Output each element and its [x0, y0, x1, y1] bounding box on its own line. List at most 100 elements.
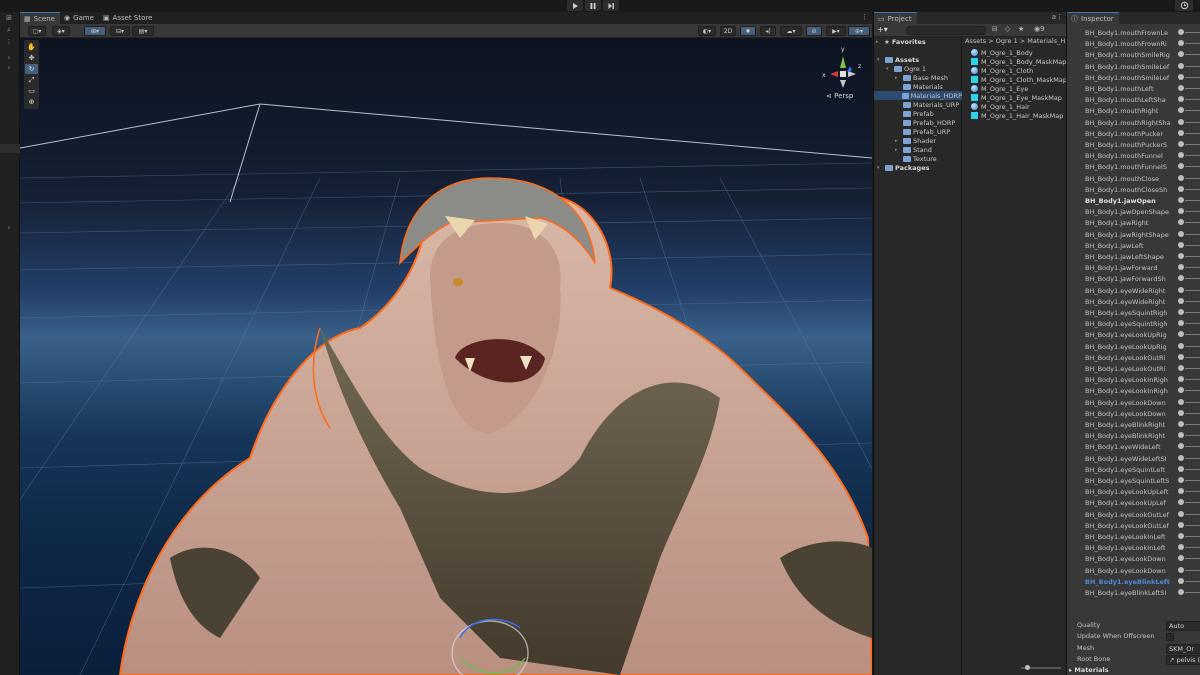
selected-row[interactable] — [0, 144, 20, 153]
blendshape-slider-track[interactable] — [1185, 379, 1200, 381]
blendshape-slider-thumb[interactable] — [1178, 197, 1184, 203]
tree-item[interactable]: Materials_URP — [874, 100, 962, 109]
blendshape-slider-thumb[interactable] — [1178, 387, 1184, 394]
visibility-icon[interactable]: ◉9 — [1034, 25, 1045, 33]
blendshape-slider-thumb[interactable] — [1178, 477, 1184, 483]
more-icon[interactable]: ⋮ — [4, 38, 14, 47]
blendshape-slider-track[interactable] — [1185, 300, 1200, 302]
blendshape-slider-track[interactable] — [1185, 569, 1200, 571]
blendshape-slider-track[interactable] — [1185, 412, 1200, 414]
blendshape-slider-track[interactable] — [1185, 144, 1200, 145]
blendshape-slider-track[interactable] — [1185, 76, 1200, 78]
blendshape-slider-track[interactable] — [1185, 256, 1200, 257]
blendshape-slider-thumb[interactable] — [1178, 185, 1184, 192]
blendshape-slider-thumb[interactable] — [1178, 118, 1184, 125]
blendshape-slider-track[interactable] — [1185, 110, 1200, 112]
hidden-objects-toggle[interactable]: ⊘ — [806, 26, 822, 36]
hierarchy-icon[interactable]: ⊞ — [4, 14, 14, 23]
favorite-icon[interactable]: ★ — [1018, 25, 1024, 33]
blendshape-slider-track[interactable] — [1185, 88, 1200, 89]
tree-item[interactable]: Prefab — [874, 109, 962, 118]
global-button[interactable]: ⊟▾ — [110, 26, 130, 36]
blendshape-slider-track[interactable] — [1185, 32, 1200, 33]
tree-item[interactable]: Materials — [874, 82, 962, 91]
blendshape-slider-thumb[interactable] — [1178, 219, 1184, 226]
blendshape-slider-track[interactable] — [1185, 43, 1200, 45]
blendshape-slider-thumb[interactable] — [1178, 499, 1184, 506]
draw-mode-button[interactable]: ▢▾ — [28, 26, 46, 36]
blendshape-slider-thumb[interactable] — [1178, 129, 1184, 136]
blendshape-slider-thumb[interactable] — [1178, 286, 1184, 293]
blendshape-slider-thumb[interactable] — [1178, 163, 1184, 170]
blendshape-slider-track[interactable] — [1185, 547, 1200, 549]
tree-item[interactable]: ▾ Packages — [874, 163, 962, 172]
search-input[interactable] — [906, 26, 986, 35]
blendshape-slider-thumb[interactable] — [1178, 376, 1184, 383]
blendshape-slider-track[interactable] — [1185, 54, 1200, 56]
property-value[interactable]: SKM_Or — [1166, 643, 1200, 654]
blendshape-slider-track[interactable] — [1185, 345, 1200, 347]
rotate-icon[interactable]: ↻ — [25, 64, 38, 74]
blendshape-slider-track[interactable] — [1185, 323, 1200, 325]
step-button[interactable] — [603, 0, 619, 11]
blendshape-slider-track[interactable] — [1185, 446, 1200, 448]
blendshape-slider-track[interactable] — [1185, 424, 1200, 425]
blendshape-slider-thumb[interactable] — [1178, 488, 1184, 495]
blendshape-slider-track[interactable] — [1185, 491, 1200, 493]
blendshape-slider-thumb[interactable] — [1178, 264, 1184, 271]
blendshape-slider-thumb[interactable] — [1178, 62, 1184, 69]
blendshape-slider-thumb[interactable] — [1178, 365, 1184, 371]
zoom-slider-thumb[interactable] — [1025, 665, 1030, 670]
chevron-right-icon[interactable]: › — [4, 64, 14, 73]
rect-icon[interactable]: ▭ — [25, 86, 38, 96]
tree-item[interactable]: ▸ Shader — [874, 136, 962, 145]
pause-button[interactable] — [585, 0, 601, 11]
scene-viewport[interactable]: ✋ ✥ ↻ ⤢ ▭ ⊕ y x z ⋖ Persp — [20, 38, 872, 675]
blendshape-slider-track[interactable] — [1185, 166, 1200, 168]
more-icon[interactable]: ⋮ — [1056, 13, 1063, 21]
tree-item[interactable]: Materials_HDRP — [874, 91, 962, 100]
blendshape-slider-track[interactable] — [1185, 468, 1200, 470]
blendshape-slider-track[interactable] — [1185, 211, 1200, 213]
history-button[interactable] — [1175, 0, 1193, 11]
blendshape-slider-thumb[interactable] — [1178, 555, 1184, 562]
arrow-icon[interactable]: ▸ — [895, 147, 901, 153]
search-icon[interactable]: ⌕ — [4, 26, 14, 35]
blendshape-slider-track[interactable] — [1185, 524, 1200, 526]
tab-scene[interactable]: ▦ Scene — [20, 12, 60, 24]
arrow-icon[interactable]: ▸ — [895, 138, 901, 144]
blendshape-slider-thumb[interactable] — [1178, 320, 1184, 327]
asset-item[interactable]: M_Ogre_1_Eye_MaskMap — [971, 93, 1062, 102]
update-offscreen-checkbox[interactable] — [1166, 633, 1174, 642]
play-button[interactable] — [567, 0, 583, 11]
sphere-toggle[interactable]: ◐▾ — [698, 26, 716, 36]
asset-item[interactable]: M_Ogre_1_Body — [971, 48, 1033, 57]
toggle-2d-button[interactable]: 2D — [720, 26, 736, 36]
tree-favorites[interactable]: ▸ ★ Favorites — [876, 37, 926, 46]
blendshape-slider-track[interactable] — [1185, 312, 1200, 313]
blendshape-slider-thumb[interactable] — [1178, 152, 1184, 159]
blendshape-slider-thumb[interactable] — [1178, 421, 1184, 427]
blendshape-slider-track[interactable] — [1185, 121, 1200, 123]
breadcrumb[interactable]: Assets > Ogre 1 > Materials_H — [963, 37, 1067, 47]
shading-button[interactable]: ◈▾ — [52, 26, 70, 36]
blendshape-slider-track[interactable] — [1185, 222, 1200, 224]
tree-item[interactable]: Prefab_HDRP — [874, 118, 962, 127]
effects-toggle[interactable]: ☁▾ — [780, 26, 802, 36]
blendshape-slider-thumb[interactable] — [1178, 85, 1184, 91]
more-icon[interactable]: ⋮ — [861, 13, 868, 21]
blendshape-slider-thumb[interactable] — [1178, 275, 1184, 282]
materials-section[interactable]: ▸ Materials — [1069, 666, 1109, 674]
audio-toggle[interactable]: ◂) — [760, 26, 776, 36]
blendshape-slider-track[interactable] — [1185, 558, 1200, 560]
blendshape-slider-track[interactable] — [1185, 188, 1200, 190]
blendshape-slider-thumb[interactable] — [1178, 309, 1184, 315]
blendshape-slider-track[interactable] — [1185, 132, 1200, 134]
blendshape-slider-track[interactable] — [1185, 502, 1200, 504]
blendshape-slider-thumb[interactable] — [1178, 73, 1184, 80]
blendshape-slider-thumb[interactable] — [1178, 208, 1184, 215]
asset-item[interactable]: M_Ogre_1_Body_MaskMap — [971, 57, 1066, 66]
blendshape-slider-track[interactable] — [1185, 592, 1200, 593]
transform-icon[interactable]: ⊕ — [25, 97, 38, 107]
tree-item[interactable]: ▸ Stand — [874, 145, 962, 154]
